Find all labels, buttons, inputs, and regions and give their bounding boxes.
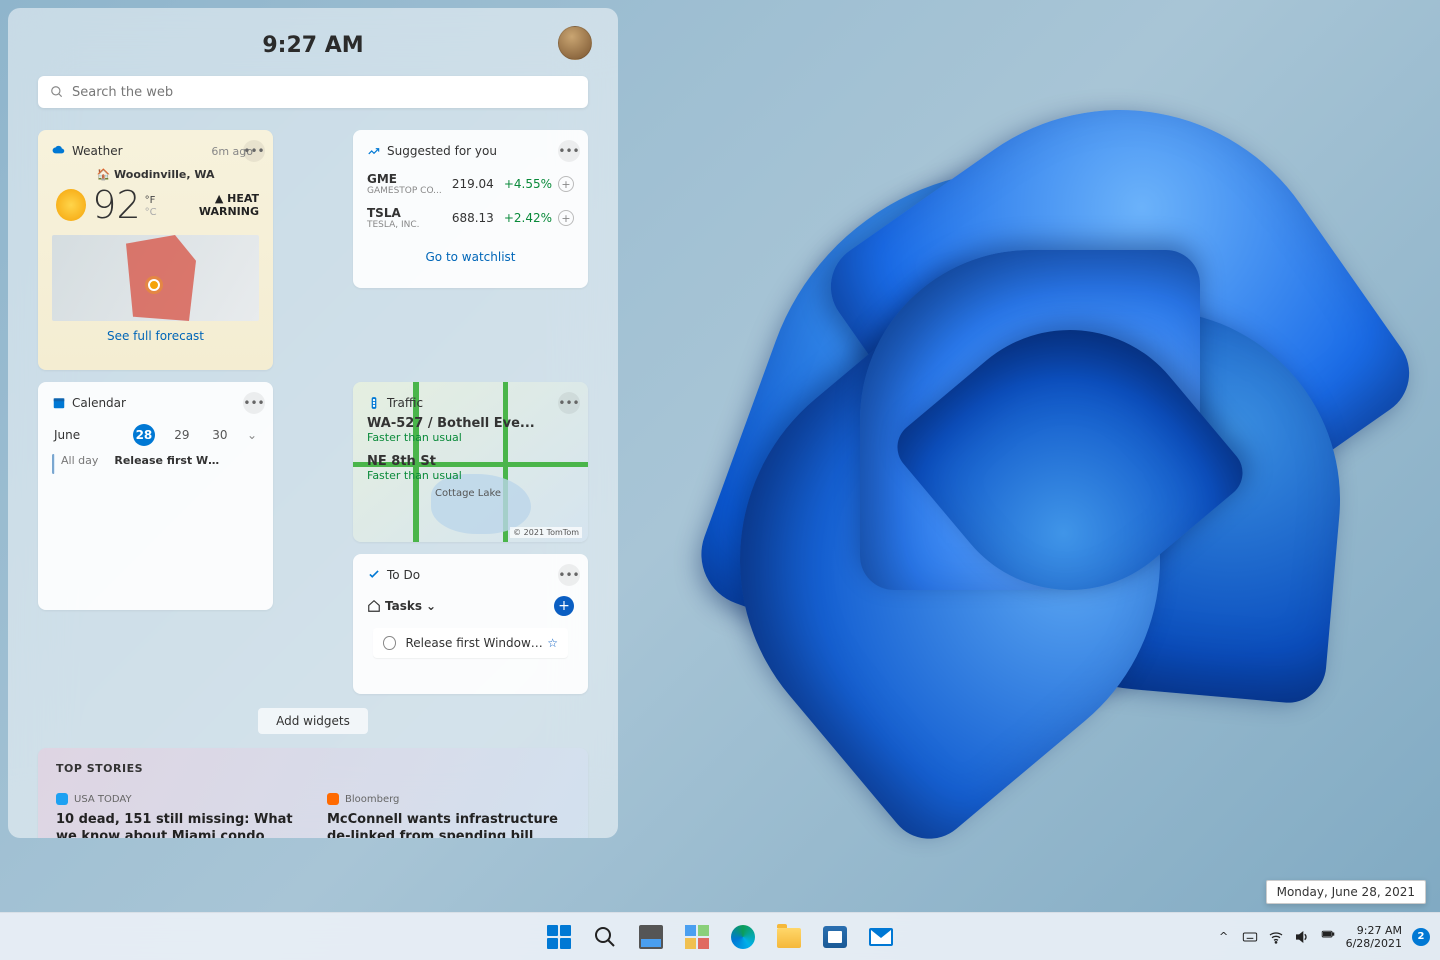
source-icon [56,793,68,805]
todo-list-selector[interactable]: Tasks ⌄ [367,599,436,613]
calendar-widget[interactable]: ••• Calendar June 28 29 30 ⌄ All day Rel… [38,382,273,610]
task-view-icon [639,925,663,949]
widgets-taskbar-button[interactable] [677,917,717,957]
mail-taskbar-button[interactable] [861,917,901,957]
notification-badge[interactable]: 2 [1412,928,1430,946]
news-item[interactable]: Bloomberg McConnell wants infrastructure… [327,793,570,838]
taskbar-search-button[interactable] [585,917,625,957]
add-widgets-button[interactable]: Add widgets [258,708,368,734]
store-taskbar-button[interactable] [815,917,855,957]
stock-row[interactable]: TSLATESLA, INC. 688.13 +2.42% + [367,206,574,230]
suggested-title: Suggested for you [387,144,497,158]
weather-map [52,235,259,321]
wifi-icon[interactable] [1268,929,1284,945]
weather-more-button[interactable]: ••• [243,140,265,162]
taskbar: ^ 9:27 AM 6/28/2021 2 [0,912,1440,960]
calendar-date-row: June 28 29 30 ⌄ [52,424,259,446]
weather-location: 🏠 Woodinville, WA [52,168,259,181]
traffic-icon [367,396,381,410]
weather-title: Weather [72,144,123,158]
calendar-event[interactable]: All day Release first Windows 1... [52,454,259,474]
weather-temp: 92 [92,183,140,227]
calendar-more-button[interactable]: ••• [243,392,265,414]
traffic-title: Traffic [387,396,423,410]
add-stock-button[interactable]: + [558,210,574,226]
search-icon [593,925,617,949]
edge-icon [731,925,755,949]
map-copyright: © 2021 TomTom [510,527,582,538]
star-icon[interactable]: ☆ [547,636,558,650]
top-stories-title: TOP STORIES [56,762,570,775]
home-icon [367,599,381,613]
traffic-road: WA-527 / Bothell Eve... [367,416,574,431]
explorer-taskbar-button[interactable] [769,917,809,957]
todo-item[interactable]: Release first Windows 11... ☆ [373,628,568,658]
folder-icon [777,928,801,948]
watchlist-link[interactable]: Go to watchlist [367,250,574,264]
weather-warning: ▲ HEAT WARNING [157,192,259,218]
calendar-day[interactable]: 29 [171,424,193,446]
stocks-icon [367,144,381,158]
traffic-road: NE 8th St [367,454,574,469]
calendar-title: Calendar [72,396,126,410]
edge-taskbar-button[interactable] [723,917,763,957]
add-stock-button[interactable]: + [558,176,574,192]
top-stories-widget[interactable]: TOP STORIES USA TODAY 10 dead, 151 still… [38,748,588,838]
calendar-icon [52,396,66,410]
keyboard-icon[interactable] [1242,929,1258,945]
search-icon [50,85,64,99]
chevron-down-icon: ⌄ [426,599,436,613]
store-icon [823,926,847,948]
tray-chevron-icon[interactable]: ^ [1216,929,1232,945]
mail-icon [869,928,893,946]
chevron-down-icon[interactable]: ⌄ [247,428,257,442]
widgets-panel: 9:27 AM Search the web ••• Weather 6m ag… [8,8,618,838]
volume-icon[interactable] [1294,929,1310,945]
todo-checkbox[interactable] [383,636,396,650]
news-item[interactable]: USA TODAY 10 dead, 151 still missing: Wh… [56,793,299,838]
todo-icon [367,568,381,582]
todo-title: To Do [387,568,420,582]
add-task-button[interactable]: + [554,596,574,616]
source-icon [327,793,339,805]
calendar-day-today[interactable]: 28 [133,424,155,446]
suggested-more-button[interactable]: ••• [558,140,580,162]
sun-icon [56,189,86,221]
battery-icon[interactable] [1320,929,1336,945]
weather-widget[interactable]: ••• Weather 6m ago 🏠 Woodinville, WA 92 … [38,130,273,370]
date-tooltip: Monday, June 28, 2021 [1266,880,1426,904]
weather-icon [52,144,66,158]
panel-time: 9:27 AM [262,33,363,58]
see-forecast-link[interactable]: See full forecast [52,329,259,343]
todo-more-button[interactable]: ••• [558,564,580,586]
taskbar-clock[interactable]: 9:27 AM 6/28/2021 [1346,924,1402,950]
calendar-day[interactable]: 30 [209,424,231,446]
traffic-status: Faster than usual [367,469,574,482]
task-view-button[interactable] [631,917,671,957]
todo-widget[interactable]: ••• To Do Tasks ⌄ + Release first Window… [353,554,588,694]
weather-units: °F°C [145,195,157,219]
stock-row[interactable]: GMEGAMESTOP CO... 219.04 +4.55% + [367,172,574,196]
user-avatar[interactable] [558,26,592,60]
traffic-status: Faster than usual [367,431,574,444]
suggested-widget[interactable]: ••• Suggested for you GMEGAMESTOP CO... … [353,130,588,288]
traffic-widget[interactable]: Cottage Lake ••• Traffic WA-527 / Bothel… [353,382,588,542]
search-placeholder: Search the web [72,85,173,100]
start-button[interactable] [539,917,579,957]
search-input[interactable]: Search the web [38,76,588,108]
